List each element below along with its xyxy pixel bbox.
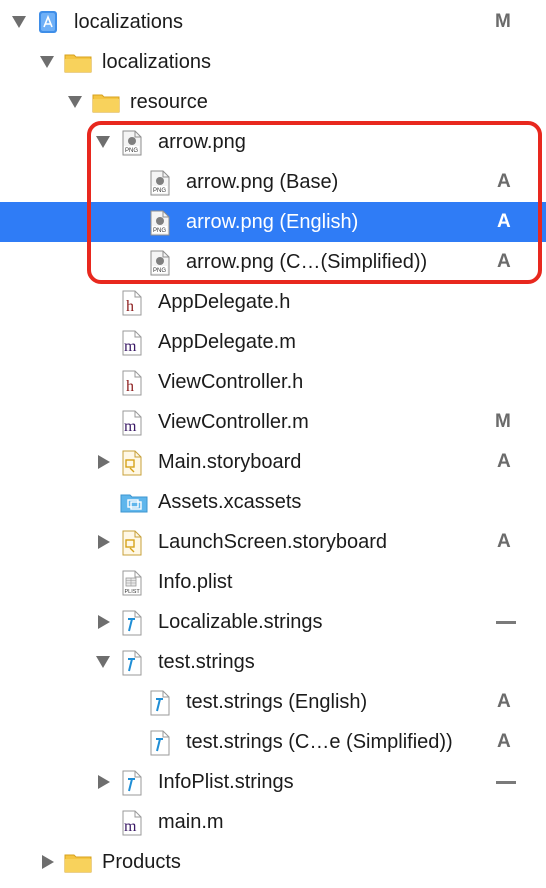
xcode-project-icon (36, 10, 60, 34)
navigator-row-label: ViewController.m (158, 411, 309, 433)
strings-file-icon (148, 690, 172, 716)
strings-file-icon (120, 770, 144, 796)
scm-status-badge: A (497, 531, 511, 552)
navigator-row-label: AppDelegate.h (158, 291, 291, 313)
navigator-row-label: LaunchScreen.storyboard (158, 531, 388, 553)
navigator-row-group-localizations[interactable]: localizations (0, 42, 546, 82)
navigator-row-group-resource[interactable]: resource (0, 82, 546, 122)
navigator-row-file-info-plist[interactable]: PLIST Info.plist (0, 562, 546, 602)
header-file-icon: h (120, 370, 144, 396)
navigator-row-file-viewcontroller-m[interactable]: m ViewController.m M (0, 402, 546, 442)
navigator-row-file-main-m[interactable]: m main.m (0, 802, 546, 842)
disclosure-triangle-expanded-icon[interactable] (40, 56, 54, 68)
navigator-row-file-launchscreen-storyboard[interactable]: LaunchScreen.storyboard A (0, 522, 546, 562)
navigator-row-file-test-strings-chinese[interactable]: test.strings (C…e (Simplified)) A (0, 722, 546, 762)
highlight-annotation-box (87, 121, 542, 284)
svg-text:PLIST: PLIST (125, 589, 141, 595)
objc-file-icon: m (120, 330, 144, 356)
strings-file-icon (148, 730, 172, 756)
navigator-row-label: Main.storyboard (158, 451, 302, 473)
navigator-row-label: InfoPlist.strings (158, 771, 294, 793)
svg-text:h: h (126, 378, 134, 395)
navigator-row-label: AppDelegate.m (158, 331, 296, 353)
disclosure-triangle-collapsed-icon[interactable] (98, 775, 110, 789)
header-file-icon: h (120, 290, 144, 316)
svg-text:m: m (124, 418, 137, 435)
navigator-row-label: test.strings (English) (186, 691, 368, 713)
navigator-row-file-infoplist-strings[interactable]: InfoPlist.strings (0, 762, 546, 802)
svg-text:h: h (126, 298, 134, 315)
navigator-row-group-products[interactable]: Products (0, 842, 546, 882)
navigator-row-file-localizable-strings[interactable]: Localizable.strings (0, 602, 546, 642)
navigator-row-file-appdelegate-m[interactable]: m AppDelegate.m (0, 322, 546, 362)
storyboard-file-icon (120, 530, 144, 556)
objc-file-icon: m (120, 810, 144, 836)
navigator-row-label: resource (130, 91, 208, 113)
navigator-row-label: Localizable.strings (158, 611, 323, 633)
navigator-row-file-viewcontroller-h[interactable]: h ViewController.h (0, 362, 546, 402)
navigator-row-file-assets-xcassets[interactable]: Assets.xcassets (0, 482, 546, 522)
navigator-row-file-appdelegate-h[interactable]: h AppDelegate.h (0, 282, 546, 322)
disclosure-triangle-collapsed-icon[interactable] (98, 535, 110, 549)
objc-file-icon: m (120, 410, 144, 436)
svg-text:m: m (124, 338, 137, 355)
disclosure-triangle-collapsed-icon[interactable] (98, 455, 110, 469)
navigator-row-file-test-strings[interactable]: test.strings (0, 642, 546, 682)
scm-status-badge: A (497, 731, 511, 752)
navigator-row-label: test.strings (C…e (Simplified)) (186, 731, 453, 753)
storyboard-file-icon (120, 450, 144, 476)
disclosure-triangle-expanded-icon[interactable] (12, 16, 26, 28)
disclosure-triangle-collapsed-icon[interactable] (98, 615, 110, 629)
navigator-row-label: Info.plist (158, 571, 233, 593)
navigator-row-label: localizations (74, 11, 183, 33)
navigator-row-file-test-strings-english[interactable]: test.strings (English) A (0, 682, 546, 722)
disclosure-triangle-expanded-icon[interactable] (96, 656, 110, 668)
scm-status-mixed-indicator (496, 781, 516, 784)
navigator-row-label: main.m (158, 811, 224, 833)
disclosure-triangle-expanded-icon[interactable] (68, 96, 82, 108)
disclosure-triangle-collapsed-icon[interactable] (42, 855, 54, 869)
navigator-row-file-main-storyboard[interactable]: Main.storyboard A (0, 442, 546, 482)
navigator-row-label: Assets.xcassets (158, 491, 302, 513)
navigator-row-label: ViewController.h (158, 371, 304, 393)
strings-file-icon (120, 610, 144, 636)
scm-status-mixed-indicator (496, 621, 516, 624)
plist-file-icon: PLIST (120, 570, 144, 596)
scm-status-badge: A (497, 691, 511, 712)
folder-icon (64, 50, 92, 74)
scm-status-badge: M (495, 411, 511, 432)
asset-catalog-icon (120, 490, 148, 514)
navigator-row-label: test.strings (158, 651, 255, 673)
navigator-row-label: Products (102, 851, 181, 873)
scm-status-badge: A (497, 451, 511, 472)
navigator-row-project-localizations[interactable]: localizations M (0, 2, 546, 42)
folder-icon (64, 850, 92, 874)
svg-text:m: m (124, 818, 137, 835)
strings-file-icon (120, 650, 144, 676)
scm-status-badge: M (495, 11, 511, 32)
folder-icon (92, 90, 120, 114)
navigator-row-label: localizations (102, 51, 211, 73)
